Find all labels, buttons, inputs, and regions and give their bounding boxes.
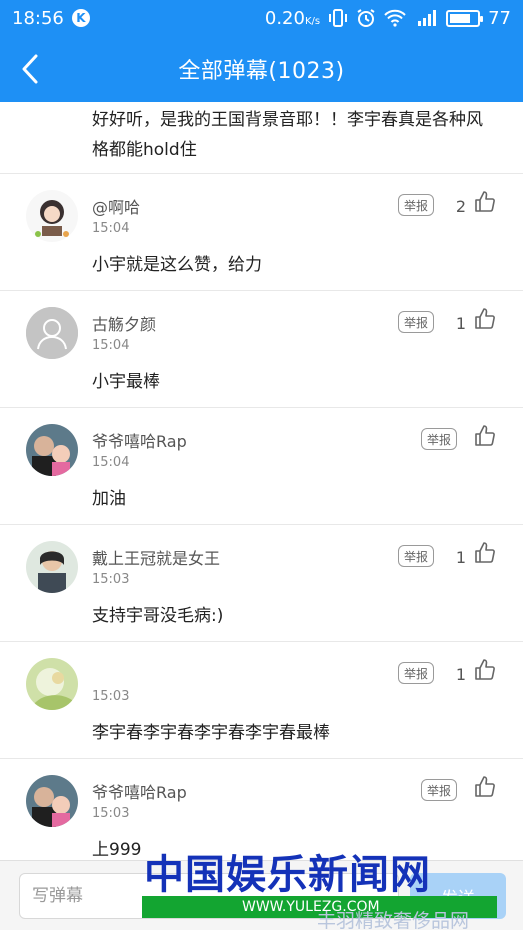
user-name: 戴上王冠就是女王 [92,549,221,568]
thumbs-up-icon[interactable] [473,190,497,214]
send-button[interactable]: 发送 [410,873,506,919]
thumbs-up-icon[interactable] [473,424,497,448]
vibrate-icon [328,9,348,27]
comment-item: @啊哈 15:04 小宇就是这么赞，给力 举报 2 [0,174,523,291]
thumbs-up-icon[interactable] [473,541,497,565]
app-notification-icon: K [71,9,90,27]
comment-list[interactable]: 好好听，是我的王国背景音耶！！李宇春真是各种风格都能hold住 @啊哈 15:0… [0,102,523,860]
danmaku-input[interactable] [19,873,399,919]
battery-icon [446,9,484,27]
report-button[interactable]: 举报 [421,779,457,801]
comment-item: 爷爷嘻哈Rap 15:03 上999 举报 [0,759,523,860]
comment-item: 15:03 李宇春李宇春李宇春李宇春最棒 举报 1 [0,642,523,759]
comment-text: 李宇春李宇春李宇春李宇春最棒 [92,723,330,743]
comment-item: 戴上王冠就是女王 15:03 支持宇哥没毛病:) 举报 1 [0,525,523,642]
comment-text: 加油 [92,489,126,509]
default-avatar-icon[interactable] [26,307,78,359]
avatar[interactable] [26,190,78,242]
report-button[interactable]: 举报 [398,311,434,333]
comment-text: 小宇最棒 [92,372,160,392]
avatar[interactable] [26,541,78,593]
avatar[interactable] [26,658,78,710]
user-name: 古觞夕颜 [92,315,157,334]
user-name: 爷爷嘻哈Rap [92,783,187,802]
comment-time: 15:03 [92,689,130,704]
alarm-icon [356,8,376,28]
like-count: 1 [455,314,466,333]
battery-percent: 77 [488,7,511,29]
comment-time: 15:03 [92,572,130,587]
thumbs-up-icon[interactable] [473,658,497,682]
report-button[interactable]: 举报 [421,428,457,450]
comment-item: 爷爷嘻哈Rap 15:04 加油 举报 [0,408,523,525]
like-count: 1 [455,548,466,567]
report-button[interactable]: 举报 [398,194,434,216]
comment-text: 小宇就是这么赞，给力 [92,255,262,275]
comment-time: 15:04 [92,455,130,470]
thumbs-up-icon[interactable] [473,307,497,331]
comment-item: 古觞夕颜 15:04 小宇最棒 举报 1 [0,291,523,408]
wifi-icon [384,9,406,27]
comment-text: 上999 [92,840,142,860]
compose-bar: 发送 [0,860,523,930]
status-bar: 18:56 K 0.20K/s 77 [0,0,523,36]
comment-time: 15:04 [92,338,130,353]
back-button[interactable] [14,53,46,85]
back-arrow-icon [22,54,38,84]
page-title: 全部弹幕(1023) [178,59,345,84]
comment-text: 支持宇哥没毛病:) [92,606,224,626]
avatar[interactable] [26,424,78,476]
report-button[interactable]: 举报 [398,662,434,684]
status-time: 18:56 [12,7,64,29]
net-speed: 0.20K/s [264,7,321,29]
title-bar: 全部弹幕(1023) [0,36,523,102]
avatar[interactable] [26,775,78,827]
comment-time: 15:04 [92,221,130,236]
user-name: 爷爷嘻哈Rap [92,432,187,451]
like-count: 2 [455,197,466,216]
like-count: 1 [455,665,466,684]
report-button[interactable]: 举报 [398,545,434,567]
partial-comment-text: 好好听，是我的王国背景音耶！！李宇春真是各种风格都能hold住 [0,102,523,174]
thumbs-up-icon[interactable] [473,775,497,799]
comment-time: 15:03 [92,806,130,821]
signal-4g-icon [414,9,438,27]
user-name: @啊哈 [92,198,141,217]
